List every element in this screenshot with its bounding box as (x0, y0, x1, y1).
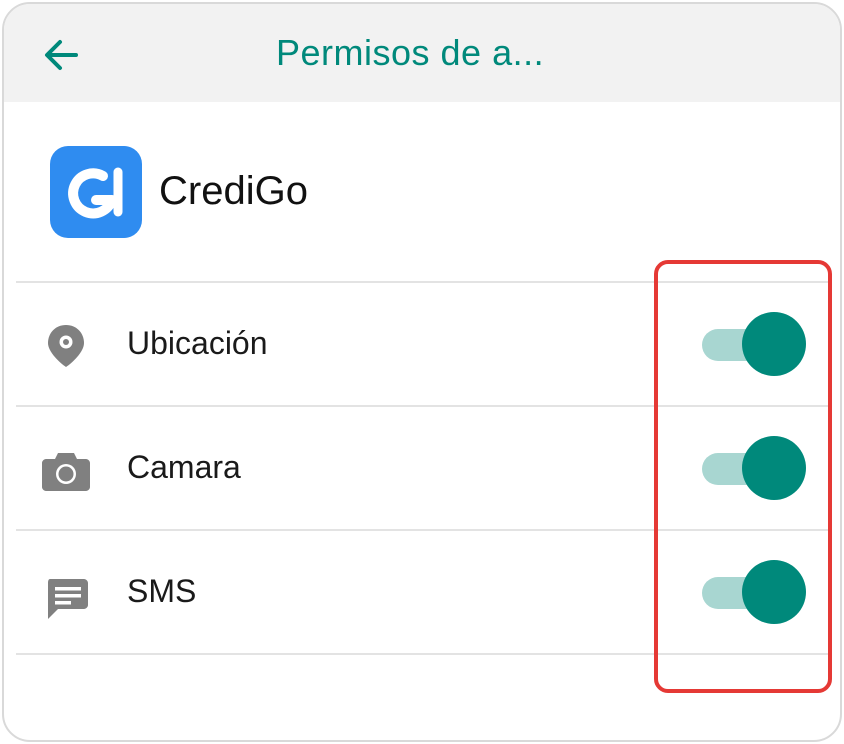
permission-row-location[interactable]: Ubicación (4, 283, 840, 405)
back-button[interactable] (36, 30, 86, 80)
app-name: CrediGo (159, 169, 308, 213)
message-icon (40, 567, 92, 619)
permission-label: SMS (127, 573, 197, 609)
permission-row-sms[interactable]: SMS (4, 531, 840, 653)
toggle-thumb (742, 312, 806, 376)
location-toggle[interactable] (700, 311, 810, 379)
permission-label: Camara (127, 449, 241, 485)
phone-screen: Permisos de a... CrediGo Ubicación Camar… (2, 2, 842, 742)
app-header: CrediGo (4, 102, 840, 282)
arrow-back-icon (45, 40, 78, 70)
credigo-logo-icon (50, 146, 142, 238)
permission-row-camera[interactable]: Camara (4, 407, 840, 529)
sms-toggle[interactable] (700, 559, 810, 627)
app-bar: Permisos de a... (4, 4, 840, 102)
page-title: Permisos de a... (276, 32, 545, 73)
camera-icon (40, 443, 92, 495)
permission-label: Ubicación (127, 325, 268, 361)
location-pin-icon (40, 319, 92, 371)
toggle-thumb (742, 436, 806, 500)
divider (16, 653, 828, 655)
camera-toggle[interactable] (700, 435, 810, 503)
toggle-thumb (742, 560, 806, 624)
